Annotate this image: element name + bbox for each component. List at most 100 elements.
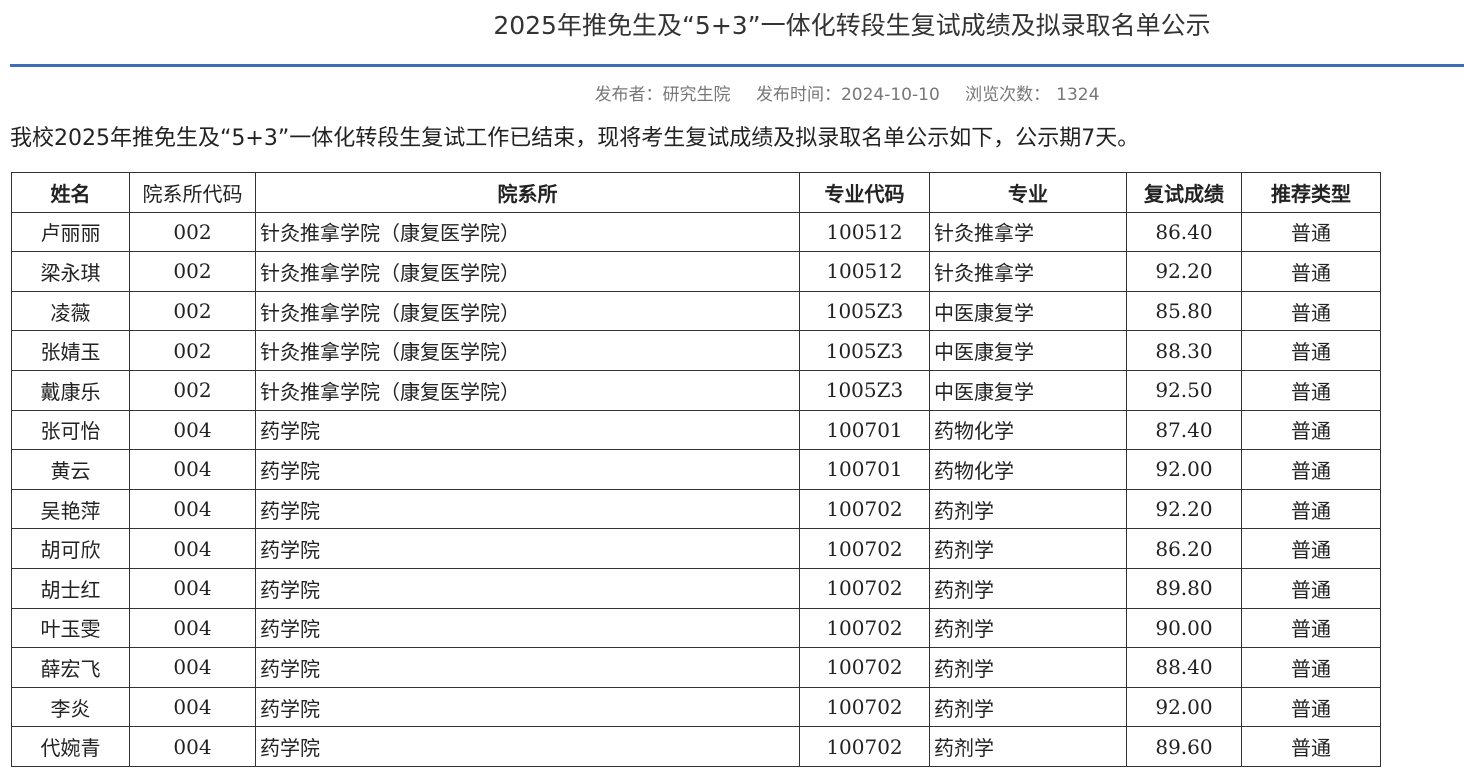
cell-dept-code: 002 [129, 290, 256, 332]
intro-paragraph: 我校2025年推免生及“5+3”一体化转段生复试工作已结束，现将考生复试成绩及拟… [10, 126, 1140, 151]
cell-score: 89.60 [1126, 726, 1242, 767]
cell-major: 中医康复学 [929, 369, 1127, 411]
cell-name: 李炎 [11, 686, 130, 728]
table-row: 吴艳萍 004 药学院 100702 药剂学 92.20 普通 [11, 488, 1381, 530]
cell-name: 叶玉雯 [11, 607, 130, 649]
cell-dept-code: 002 [129, 251, 256, 292]
publish-time-value: 2024-10-10 [840, 85, 940, 105]
cell-dept-code: 002 [129, 369, 256, 411]
cell-dept-code: 004 [129, 607, 256, 649]
cell-score: 92.50 [1126, 369, 1242, 411]
table-header-row: 姓名 院系所代码 院系所 专业代码 专业 复试成绩 推荐类型 [11, 172, 1381, 213]
header-dept-code: 院系所代码 [129, 172, 256, 213]
header-recommend-type: 推荐类型 [1241, 172, 1381, 213]
cell-major: 药物化学 [929, 449, 1127, 490]
cell-name: 梁永琪 [11, 251, 130, 292]
cell-recommend-type: 普通 [1241, 211, 1381, 253]
cell-recommend-type: 普通 [1241, 607, 1381, 649]
cell-name: 戴康乐 [11, 369, 130, 411]
page-title: 2025年推免生及“5+3”一体化转段生复试成绩及拟录取名单公示 [493, 11, 1211, 40]
cell-major-code: 1005Z3 [799, 290, 930, 332]
cell-name: 凌薇 [11, 290, 130, 332]
table-row: 张可怡 004 药学院 100701 药物化学 87.40 普通 [11, 409, 1381, 451]
cell-major: 药剂学 [929, 607, 1127, 649]
cell-dept-code: 004 [129, 528, 256, 569]
header-name: 姓名 [11, 172, 130, 213]
cell-dept-code: 004 [129, 488, 256, 530]
cell-major-code: 100702 [799, 567, 930, 609]
publisher-label: 发布者： [594, 85, 663, 105]
cell-score: 87.40 [1126, 409, 1242, 451]
cell-recommend-type: 普通 [1241, 409, 1381, 451]
cell-major: 药剂学 [929, 528, 1127, 569]
cell-major: 中医康复学 [929, 290, 1127, 332]
header-major: 专业 [929, 172, 1127, 213]
table-row: 凌薇 002 针灸推拿学院（康复医学院） 1005Z3 中医康复学 85.80 普通 [11, 290, 1381, 332]
cell-dept: 药学院 [255, 488, 800, 530]
cell-major: 药剂学 [929, 567, 1127, 609]
table-body: 卢丽丽 002 针灸推拿学院（康复医学院） 100512 针灸推拿学 86.40 普通 梁永琪… [11, 211, 1381, 767]
cell-name: 张可怡 [11, 409, 130, 451]
cell-recommend-type: 普通 [1241, 647, 1381, 688]
publish-time-label: 发布时间： [755, 85, 841, 105]
cell-major-code: 100702 [799, 726, 930, 767]
cell-dept-code: 004 [129, 647, 256, 688]
cell-major-code: 100512 [799, 251, 930, 292]
table-row: 胡士红 004 药学院 100702 药剂学 89.80 普通 [11, 567, 1381, 609]
table-row: 薛宏飞 004 药学院 100702 药剂学 88.40 普通 [11, 647, 1381, 688]
cell-name: 薛宏飞 [11, 647, 130, 688]
cell-major-code: 1005Z3 [799, 369, 930, 411]
cell-major: 针灸推拿学 [929, 251, 1127, 292]
cell-recommend-type: 普通 [1241, 330, 1381, 371]
cell-name: 卢丽丽 [11, 211, 130, 253]
cell-dept: 药学院 [255, 528, 800, 569]
cell-recommend-type: 普通 [1241, 251, 1381, 292]
cell-dept-code: 004 [129, 686, 256, 728]
cell-name: 吴艳萍 [11, 488, 130, 530]
header-dept: 院系所 [255, 172, 800, 213]
header-major-code: 专业代码 [799, 172, 930, 213]
cell-major-code: 100702 [799, 686, 930, 728]
cell-score: 86.20 [1126, 528, 1242, 569]
header-score: 复试成绩 [1126, 172, 1242, 213]
table-row: 代婉青 004 药学院 100702 药剂学 89.60 普通 [11, 726, 1381, 767]
cell-score: 89.80 [1126, 567, 1242, 609]
cell-score: 90.00 [1126, 607, 1242, 649]
cell-dept: 针灸推拿学院（康复医学院） [255, 251, 800, 292]
cell-score: 92.00 [1126, 449, 1242, 490]
results-table: 姓名 院系所代码 院系所 专业代码 专业 复试成绩 推荐类型 卢丽丽 002 针灸推… [11, 172, 1381, 767]
table-row: 戴康乐 002 针灸推拿学院（康复医学院） 1005Z3 中医康复学 92.50 普通 [11, 369, 1381, 411]
cell-major-code: 1005Z3 [799, 330, 930, 371]
table-row: 张婧玉 002 针灸推拿学院（康复医学院） 1005Z3 中医康复学 88.30 普通 [11, 330, 1381, 371]
cell-recommend-type: 普通 [1241, 369, 1381, 411]
cell-recommend-type: 普通 [1241, 488, 1381, 530]
table-row: 胡可欣 004 药学院 100702 药剂学 86.20 普通 [11, 528, 1381, 569]
cell-dept: 药学院 [255, 409, 800, 451]
table-row: 卢丽丽 002 针灸推拿学院（康复医学院） 100512 针灸推拿学 86.40 普通 [11, 211, 1381, 253]
cell-score: 92.00 [1126, 686, 1242, 728]
view-count-label: 浏览次数： [965, 85, 1051, 105]
cell-major-code: 100702 [799, 607, 930, 649]
cell-dept-code: 004 [129, 449, 256, 490]
cell-dept-code: 004 [129, 726, 256, 767]
cell-major: 药剂学 [929, 726, 1127, 767]
cell-recommend-type: 普通 [1241, 528, 1381, 569]
cell-dept-code: 004 [129, 409, 256, 451]
cell-dept: 药学院 [255, 647, 800, 688]
title-divider [10, 64, 1464, 67]
cell-recommend-type: 普通 [1241, 449, 1381, 490]
cell-score: 86.40 [1126, 211, 1242, 253]
cell-dept: 针灸推拿学院（康复医学院） [255, 290, 800, 332]
publisher-value: 研究生院 [662, 85, 731, 105]
cell-name: 代婉青 [11, 726, 130, 767]
cell-score: 88.30 [1126, 330, 1242, 371]
cell-name: 胡可欣 [11, 528, 130, 569]
table-row: 黄云 004 药学院 100701 药物化学 92.00 普通 [11, 449, 1381, 490]
cell-major: 药剂学 [929, 686, 1127, 728]
cell-major-code: 100702 [799, 647, 930, 688]
cell-dept: 药学院 [255, 726, 800, 767]
cell-major: 药剂学 [929, 647, 1127, 688]
cell-dept: 药学院 [255, 567, 800, 609]
cell-major-code: 100512 [799, 211, 930, 253]
cell-major-code: 100701 [799, 449, 930, 490]
